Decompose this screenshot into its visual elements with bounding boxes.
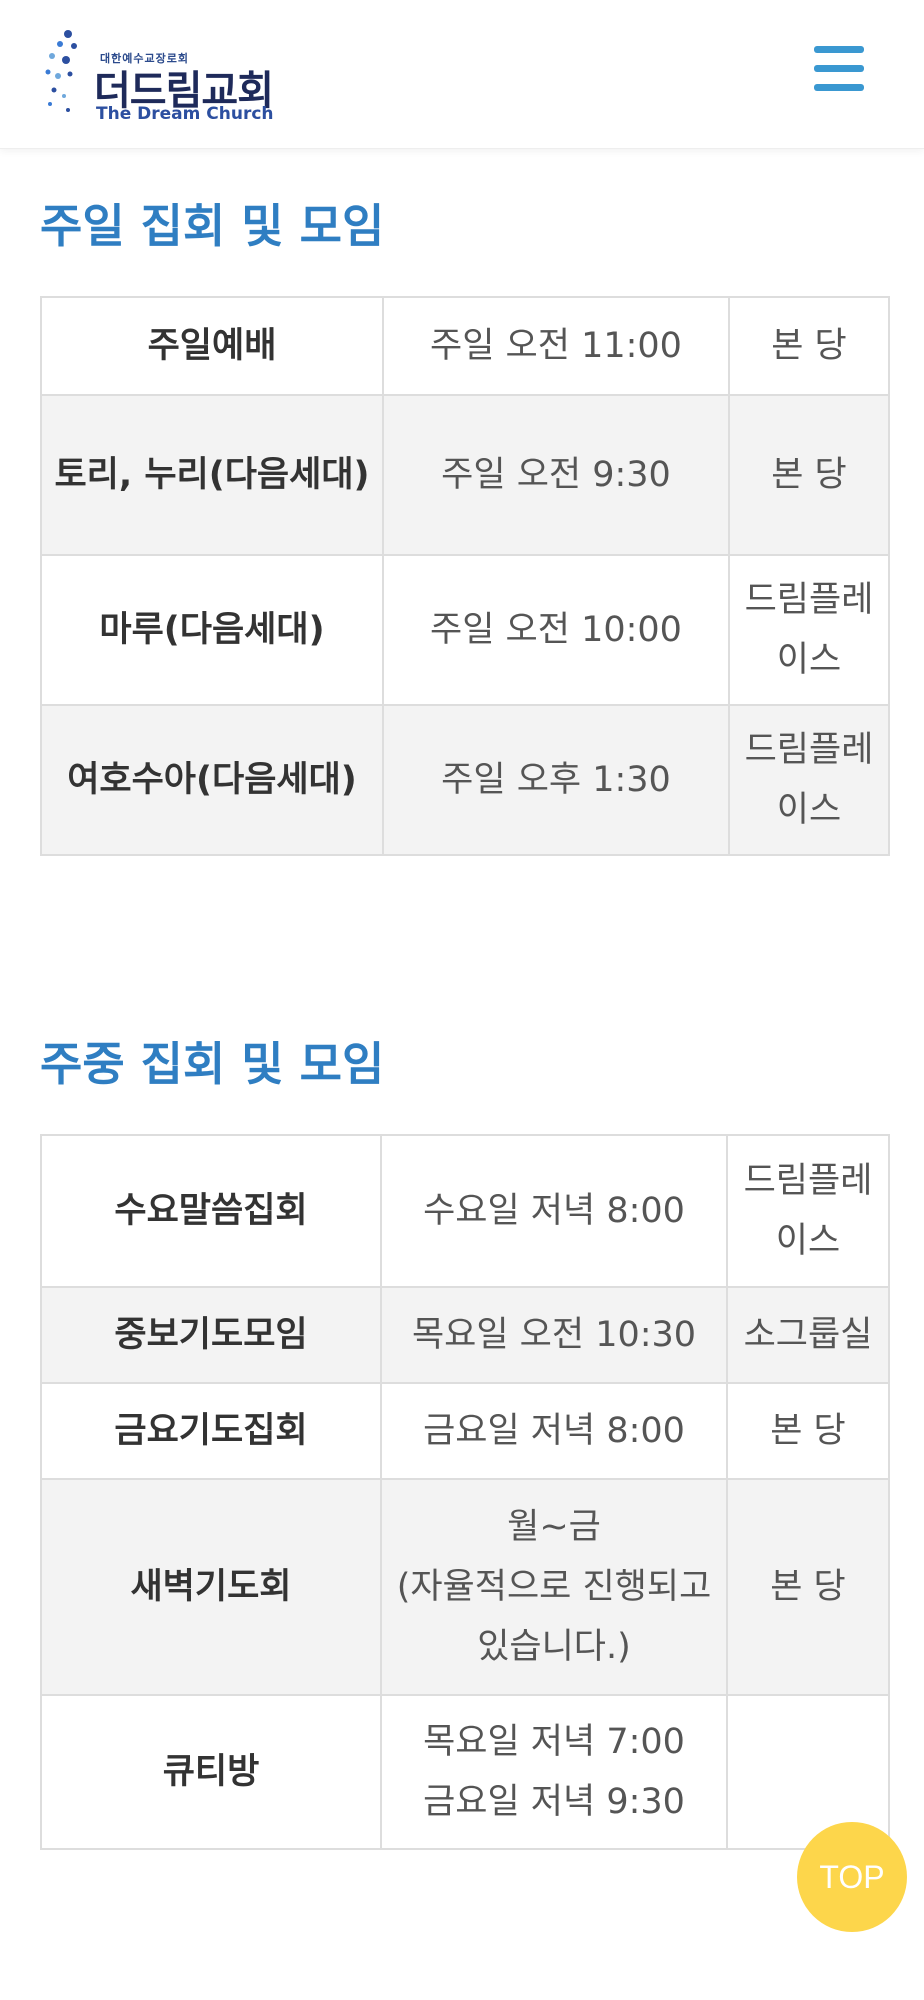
weekday-section-title: 주중 집회 및 모임 [40, 1037, 385, 1091]
meeting-time-note: (자율적으로 진행되고 있습니다.) [396, 1567, 712, 1667]
meeting-time-line: 목요일 저녁 7:00 [423, 1722, 685, 1762]
meeting-time-line: 금요일 저녁 9:30 [423, 1782, 685, 1822]
meeting-time: 금요일 저녁 8:00 [380, 1382, 728, 1480]
meeting-time: 주일 오전 11:00 [382, 296, 730, 396]
table-row: 금요기도집회 금요일 저녁 8:00 본 당 [40, 1382, 890, 1480]
table-row: 토리, 누리(다음세대) 주일 오전 9:30 본 당 [40, 394, 890, 556]
meeting-name: 중보기도모임 [40, 1286, 382, 1384]
meeting-name: 수요말씀집회 [40, 1134, 382, 1288]
meeting-name: 주일예배 [40, 296, 384, 396]
meeting-place: 본 당 [728, 296, 890, 396]
table-row: 주일예배 주일 오전 11:00 본 당 [40, 296, 890, 396]
sunday-section-title: 주일 집회 및 모임 [40, 199, 385, 253]
meeting-time: 주일 오후 1:30 [382, 704, 730, 856]
weekday-schedule-table: 수요말씀집회 수요일 저녁 8:00 드림플레이스 중보기도모임 목요일 오전 … [40, 1134, 890, 1850]
logo-english-name: The Dream Church [96, 104, 274, 124]
site-header: 대한예수교장로회 더드림교회 The Dream Church [0, 0, 924, 149]
meeting-place: 본 당 [726, 1478, 890, 1696]
meeting-name: 마루(다음세대) [40, 554, 384, 706]
meeting-time: 목요일 오전 10:30 [380, 1286, 728, 1384]
meeting-name: 새벽기도회 [40, 1478, 382, 1696]
meeting-time: 월~금 (자율적으로 진행되고 있습니다.) [380, 1478, 728, 1696]
table-row: 여호수아(다음세대) 주일 오후 1:30 드림플레이스 [40, 704, 890, 856]
meeting-place: 소그룹실 [726, 1286, 890, 1384]
table-row: 수요말씀집회 수요일 저녁 8:00 드림플레이스 [40, 1134, 890, 1288]
meeting-name: 금요기도집회 [40, 1382, 382, 1480]
meeting-name: 큐티방 [40, 1694, 382, 1850]
hamburger-menu-icon[interactable] [814, 46, 864, 92]
meeting-place: 드림플레이스 [726, 1134, 890, 1288]
meeting-time: 주일 오전 10:00 [382, 554, 730, 706]
sunday-schedule-table: 주일예배 주일 오전 11:00 본 당 토리, 누리(다음세대) 주일 오전 … [40, 296, 890, 856]
scroll-top-button[interactable]: TOP [797, 1822, 907, 1932]
meeting-place: 본 당 [728, 394, 890, 556]
meeting-time: 목요일 저녁 7:00 금요일 저녁 9:30 [380, 1694, 728, 1850]
table-row: 중보기도모임 목요일 오전 10:30 소그룹실 [40, 1286, 890, 1384]
table-row: 마루(다음세대) 주일 오전 10:00 드림플레이스 [40, 554, 890, 706]
table-row: 큐티방 목요일 저녁 7:00 금요일 저녁 9:30 [40, 1694, 890, 1850]
meeting-time: 주일 오전 9:30 [382, 394, 730, 556]
meeting-time: 수요일 저녁 8:00 [380, 1134, 728, 1288]
meeting-place: 본 당 [726, 1382, 890, 1480]
table-row: 새벽기도회 월~금 (자율적으로 진행되고 있습니다.) 본 당 [40, 1478, 890, 1696]
meeting-time-line: 월~금 [507, 1507, 601, 1547]
meeting-place: 드림플레이스 [728, 554, 890, 706]
meeting-place: 드림플레이스 [728, 704, 890, 856]
meeting-name: 여호수아(다음세대) [40, 704, 384, 856]
meeting-name: 토리, 누리(다음세대) [40, 394, 384, 556]
church-logo[interactable]: 대한예수교장로회 더드림교회 The Dream Church [44, 24, 284, 130]
